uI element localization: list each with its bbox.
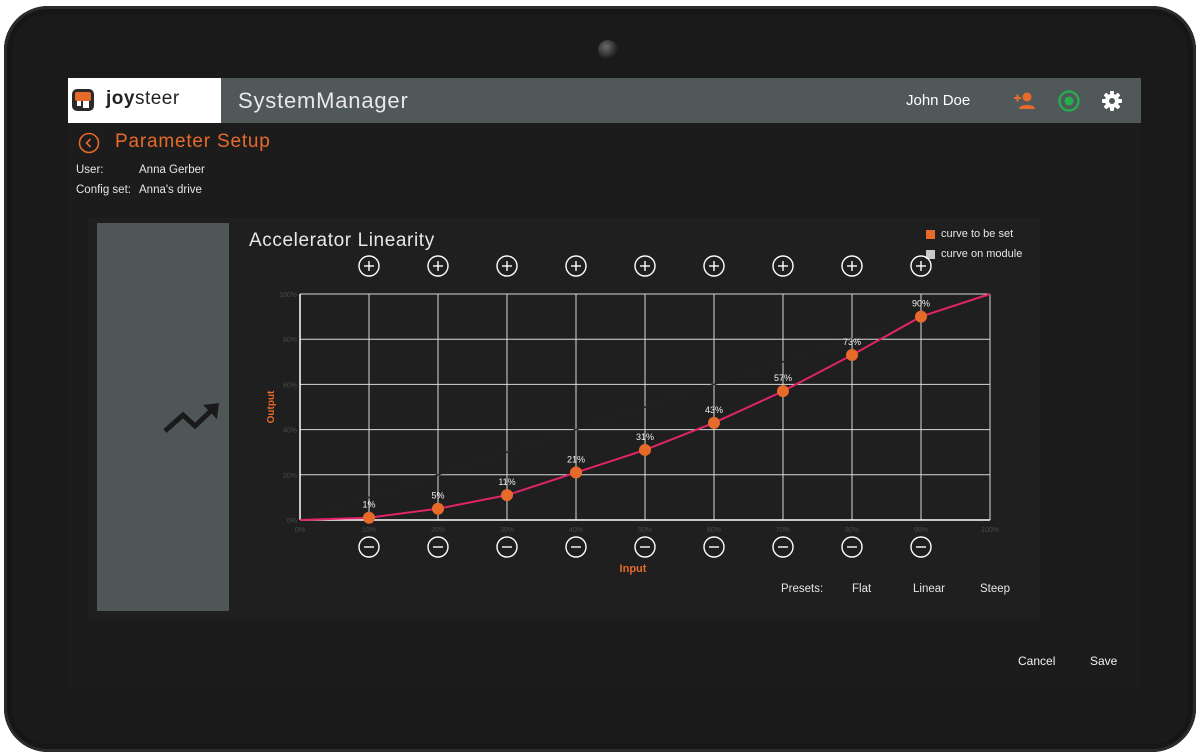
point-value-label: 21% (567, 455, 585, 465)
point-value-label: 11% (498, 477, 515, 487)
app-screen: joysteer SystemManager John Doe Paramete… (68, 78, 1141, 688)
x-tick-label: 30% (500, 527, 514, 534)
cancel-button[interactable]: Cancel (1018, 654, 1055, 668)
point-value-label: 43% (705, 405, 723, 415)
y-axis-title: Output (266, 390, 277, 423)
point-value-label: 57% (774, 373, 792, 383)
accelerator-linearity-chart: 0% 10% 20% 30% 40% 50% 60% 70% 80% 90% 100% 0% 20% 40… (266, 255, 999, 575)
x-tick-label: 20% (431, 527, 445, 534)
x-tick-label: 40% (569, 527, 583, 534)
x-tick-label: 60% (707, 527, 721, 534)
y-tick-label: 20% (283, 473, 297, 480)
x-tick-label: 80% (845, 527, 859, 534)
x-tick-label: 100% (981, 527, 999, 534)
curve-point[interactable] (363, 511, 375, 524)
y-tick-label: 0% (287, 518, 297, 525)
y-tick-label: 40% (283, 428, 297, 435)
curve-point[interactable] (501, 489, 513, 502)
y-tick-label: 60% (283, 382, 297, 389)
y-tick-label: 100% (279, 292, 297, 299)
point-value-label: 5% (431, 491, 444, 501)
camera-lens (598, 40, 618, 60)
curve-point[interactable] (915, 310, 927, 323)
curve-point[interactable] (639, 443, 651, 456)
curve-point[interactable] (846, 349, 858, 362)
x-tick-label: 10% (362, 527, 376, 534)
point-value-label: 1% (362, 500, 375, 510)
save-button[interactable]: Save (1090, 654, 1117, 668)
y-tick-label: 80% (283, 337, 297, 344)
presets-label: Presets: (781, 583, 824, 595)
x-axis-title: Input (620, 563, 647, 575)
curve-point[interactable] (708, 416, 720, 429)
curve-point[interactable] (777, 385, 789, 398)
curve-point[interactable] (432, 502, 444, 515)
curve-point[interactable] (570, 466, 582, 479)
point-value-label: 90% (912, 299, 930, 309)
x-tick-label: 50% (638, 527, 652, 534)
point-value-label: 73% (843, 337, 861, 347)
x-tick-label: 90% (914, 527, 928, 534)
point-value-label: 31% (636, 432, 654, 442)
preset-steep-button[interactable]: Steep (980, 583, 1010, 595)
preset-flat-button[interactable]: Flat (852, 583, 871, 595)
x-tick-label: 70% (776, 527, 790, 534)
x-tick-label: 0% (295, 527, 305, 534)
preset-linear-button[interactable]: Linear (913, 583, 945, 595)
